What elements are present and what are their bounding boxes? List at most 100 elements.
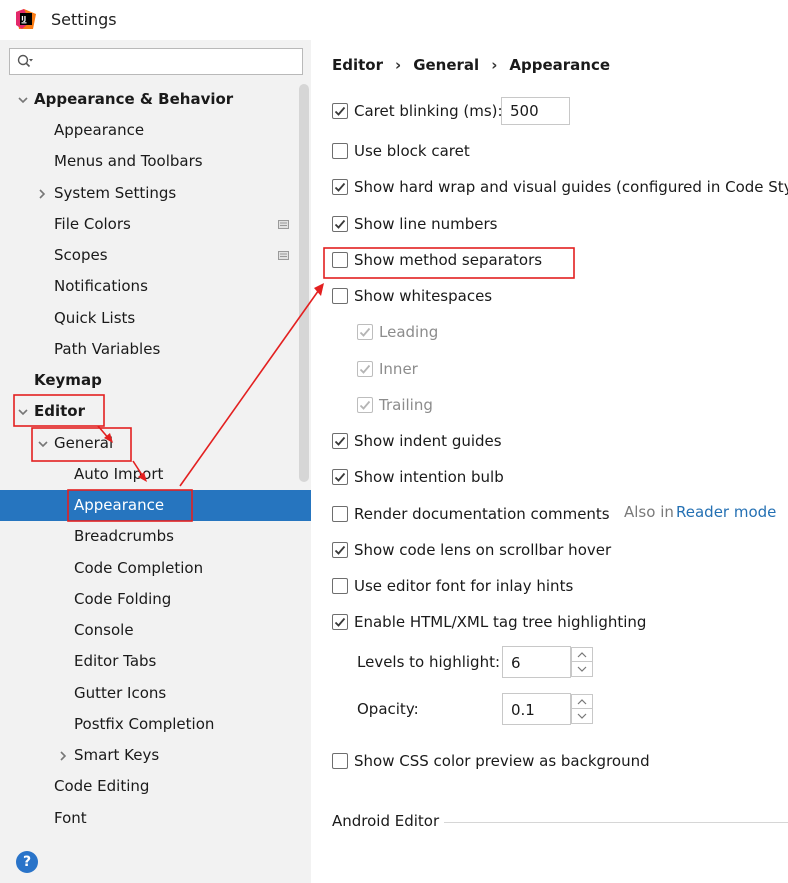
checkbox-whitespaces[interactable] bbox=[332, 288, 348, 304]
option-label: Inner bbox=[379, 360, 418, 378]
checkmark-icon bbox=[334, 219, 346, 229]
option-label: Show hard wrap and visual guides (config… bbox=[354, 178, 788, 196]
checkbox-code-lens[interactable] bbox=[332, 542, 348, 558]
sidebar-item-code-completion[interactable]: Code Completion bbox=[0, 553, 311, 584]
sidebar-item-label: Appearance bbox=[74, 496, 165, 514]
checkbox-intention-bulb[interactable] bbox=[332, 469, 348, 485]
sidebar-item-label: Notifications bbox=[54, 277, 148, 295]
sidebar-item-label: File Colors bbox=[54, 215, 131, 233]
option-label: Show indent guides bbox=[354, 432, 502, 450]
sidebar-item-label: Gutter Icons bbox=[74, 684, 167, 702]
chevron-right-icon[interactable] bbox=[57, 750, 69, 762]
checkbox-leading bbox=[357, 324, 373, 340]
levels-input[interactable]: 6 bbox=[502, 646, 571, 678]
sidebar-item-label: Code Folding bbox=[74, 590, 172, 608]
sidebar-item-label: Font bbox=[54, 809, 87, 827]
spinner-down-icon[interactable] bbox=[572, 662, 592, 676]
checkmark-icon bbox=[359, 400, 371, 410]
sidebar-scrollbar[interactable] bbox=[299, 84, 309, 482]
caret-blinking-input[interactable]: 500 bbox=[501, 97, 570, 125]
option-label: Render documentation comments bbox=[354, 505, 610, 523]
option-label: Show line numbers bbox=[354, 215, 498, 233]
checkbox-caret-blinking[interactable] bbox=[332, 103, 348, 119]
sidebar-item-gutter-icons[interactable]: Gutter Icons bbox=[0, 678, 311, 709]
project-scope-icon bbox=[278, 251, 289, 260]
sidebar-item-label: General bbox=[54, 434, 114, 452]
checkbox-editor-font-hints[interactable] bbox=[332, 578, 348, 594]
sidebar-item-postfix-completion[interactable]: Postfix Completion bbox=[0, 709, 311, 740]
checkmark-icon bbox=[334, 617, 346, 627]
sidebar-item-label: Code Completion bbox=[74, 559, 204, 577]
checkbox-trailing bbox=[357, 397, 373, 413]
sidebar-item-appearance[interactable]: Appearance bbox=[0, 115, 311, 146]
sidebar-item-font[interactable]: Font bbox=[0, 803, 311, 834]
chevron-down-icon[interactable] bbox=[17, 94, 29, 106]
sidebar-item-editor-tabs[interactable]: Editor Tabs bbox=[0, 646, 311, 677]
spinner-up-icon[interactable] bbox=[572, 695, 592, 709]
title-bar: IJ Settings bbox=[0, 0, 788, 40]
sidebar-item-editor[interactable]: Editor bbox=[0, 396, 311, 427]
breadcrumb-item-general[interactable]: General bbox=[413, 56, 479, 74]
sidebar-item-label: Editor bbox=[34, 402, 85, 420]
sidebar-item-general[interactable]: General bbox=[0, 428, 311, 459]
search-input[interactable] bbox=[9, 48, 303, 75]
sidebar-item-menus-and-toolbars[interactable]: Menus and Toolbars bbox=[0, 146, 311, 177]
checkbox-hard-wrap[interactable] bbox=[332, 179, 348, 195]
sidebar-item-file-colors[interactable]: File Colors bbox=[0, 209, 311, 240]
checkbox-method-separators[interactable] bbox=[332, 252, 348, 268]
reader-mode-link[interactable]: Reader mode bbox=[676, 503, 776, 521]
sidebar-item-smart-keys[interactable]: Smart Keys bbox=[0, 740, 311, 771]
opacity-spinner[interactable] bbox=[571, 694, 593, 724]
checkbox-indent-guides[interactable] bbox=[332, 433, 348, 449]
chevron-right-icon[interactable] bbox=[36, 188, 48, 200]
sidebar-item-path-variables[interactable]: Path Variables bbox=[0, 334, 311, 365]
spinner-down-icon[interactable] bbox=[572, 709, 592, 723]
sidebar-item-label: Quick Lists bbox=[54, 309, 136, 327]
sidebar-item-keymap[interactable]: Keymap bbox=[0, 365, 311, 396]
project-scope-icon bbox=[278, 220, 289, 229]
sidebar-item-code-folding[interactable]: Code Folding bbox=[0, 584, 311, 615]
checkbox-line-numbers[interactable] bbox=[332, 216, 348, 232]
levels-spinner[interactable] bbox=[571, 647, 593, 677]
sidebar-item-label: Menus and Toolbars bbox=[54, 152, 203, 170]
sidebar-item-system-settings[interactable]: System Settings bbox=[0, 178, 311, 209]
checkbox-block-caret[interactable] bbox=[332, 143, 348, 159]
sidebar-item-label: Console bbox=[74, 621, 134, 639]
sidebar-item-label: Smart Keys bbox=[74, 746, 160, 764]
checkmark-icon bbox=[359, 327, 371, 337]
sidebar-item-appearance[interactable]: Appearance bbox=[0, 490, 311, 521]
help-icon[interactable]: ? bbox=[16, 851, 38, 873]
sidebar-item-console[interactable]: Console bbox=[0, 615, 311, 646]
checkmark-icon bbox=[359, 364, 371, 374]
sidebar-item-label: Breadcrumbs bbox=[74, 527, 174, 545]
sidebar-item-notifications[interactable]: Notifications bbox=[0, 271, 311, 302]
sidebar-item-auto-import[interactable]: Auto Import bbox=[0, 459, 311, 490]
sidebar-item-label: Scopes bbox=[54, 246, 108, 264]
checkbox-tag-tree[interactable] bbox=[332, 614, 348, 630]
spinner-up-icon[interactable] bbox=[572, 648, 592, 662]
chevron-down-icon[interactable] bbox=[37, 438, 49, 450]
opacity-input[interactable]: 0.1 bbox=[502, 693, 571, 725]
checkbox-css-preview[interactable] bbox=[332, 753, 348, 769]
chevron-down-icon[interactable] bbox=[17, 406, 29, 418]
sidebar-item-quick-lists[interactable]: Quick Lists bbox=[0, 303, 311, 334]
sidebar-item-appearance-behavior[interactable]: Appearance & Behavior bbox=[0, 84, 311, 115]
sidebar-item-label: Postfix Completion bbox=[74, 715, 215, 733]
sidebar-item-scopes[interactable]: Scopes bbox=[0, 240, 311, 271]
intellij-logo-icon: IJ bbox=[16, 9, 36, 29]
breadcrumb-item-editor[interactable]: Editor bbox=[332, 56, 383, 74]
opacity-label: Opacity: bbox=[357, 700, 419, 718]
option-label: Caret blinking (ms): bbox=[354, 102, 503, 120]
checkbox-inner bbox=[357, 361, 373, 377]
sidebar-item-label: Keymap bbox=[34, 371, 102, 389]
svg-text:IJ: IJ bbox=[21, 15, 26, 23]
option-label: Leading bbox=[379, 323, 439, 341]
checkmark-icon bbox=[334, 472, 346, 482]
checkmark-icon bbox=[334, 436, 346, 446]
sidebar-item-code-editing[interactable]: Code Editing bbox=[0, 771, 311, 802]
sidebar-item-breadcrumbs[interactable]: Breadcrumbs bbox=[0, 521, 311, 552]
option-label: Use block caret bbox=[354, 142, 470, 160]
checkbox-render-docs[interactable] bbox=[332, 506, 348, 522]
option-label: Show intention bulb bbox=[354, 468, 504, 486]
option-label: Show code lens on scrollbar hover bbox=[354, 541, 612, 559]
